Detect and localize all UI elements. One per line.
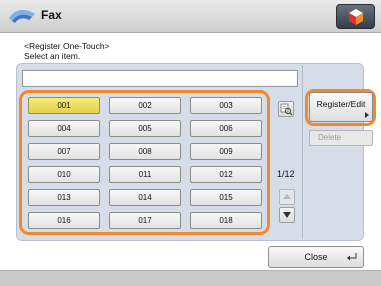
panel-divider <box>302 65 303 239</box>
one-touch-cell-001[interactable]: 001 <box>28 97 100 114</box>
one-touch-cell-015[interactable]: 015 <box>190 189 262 206</box>
close-label: Close <box>304 252 328 262</box>
one-touch-cell-008[interactable]: 008 <box>109 143 181 160</box>
instruction-heading: <Register One-Touch> <box>24 41 110 51</box>
one-touch-cell-018[interactable]: 018 <box>190 212 262 229</box>
title-bar: Fax <box>0 0 381 33</box>
one-touch-cell-016[interactable]: 016 <box>28 212 100 229</box>
page-down-button[interactable] <box>279 207 295 223</box>
submenu-arrow-icon <box>365 112 369 118</box>
instruction-text: <Register One-Touch> Select an item. <box>24 41 110 61</box>
page-indicator: 1/12 <box>277 169 295 179</box>
page-title: Fax <box>41 8 62 22</box>
triangle-down-icon <box>283 212 291 218</box>
one-touch-cell-006[interactable]: 006 <box>190 120 262 137</box>
counter-check-icon <box>349 9 363 25</box>
one-touch-cell-005[interactable]: 005 <box>109 120 181 137</box>
one-touch-name-field[interactable] <box>22 70 298 87</box>
detail-button[interactable] <box>278 101 294 117</box>
one-touch-cell-010[interactable]: 010 <box>28 166 100 183</box>
triangle-up-icon <box>283 194 291 199</box>
one-touch-cell-012[interactable]: 012 <box>190 166 262 183</box>
register-edit-label: Register/Edit <box>316 99 366 109</box>
return-arrow-icon <box>347 253 357 261</box>
one-touch-cell-003[interactable]: 003 <box>190 97 262 114</box>
instruction-subtext: Select an item. <box>24 51 81 61</box>
page-up-button[interactable] <box>279 189 295 205</box>
one-touch-cell-011[interactable]: 011 <box>109 166 181 183</box>
close-button[interactable]: Close <box>268 246 364 268</box>
delete-button[interactable]: Delete <box>309 130 373 146</box>
one-touch-cell-013[interactable]: 013 <box>28 189 100 206</box>
one-touch-cell-007[interactable]: 007 <box>28 143 100 160</box>
one-touch-cell-014[interactable]: 014 <box>109 189 181 206</box>
status-bar <box>0 270 381 286</box>
one-touch-cell-002[interactable]: 002 <box>109 97 181 114</box>
fax-icon <box>9 9 35 23</box>
register-edit-button[interactable]: Register/Edit <box>309 92 373 122</box>
one-touch-cell-004[interactable]: 004 <box>28 120 100 137</box>
counter-check-button[interactable] <box>336 4 375 29</box>
magnifier-icon <box>280 103 293 116</box>
one-touch-cell-017[interactable]: 017 <box>109 212 181 229</box>
one-touch-cell-009[interactable]: 009 <box>190 143 262 160</box>
